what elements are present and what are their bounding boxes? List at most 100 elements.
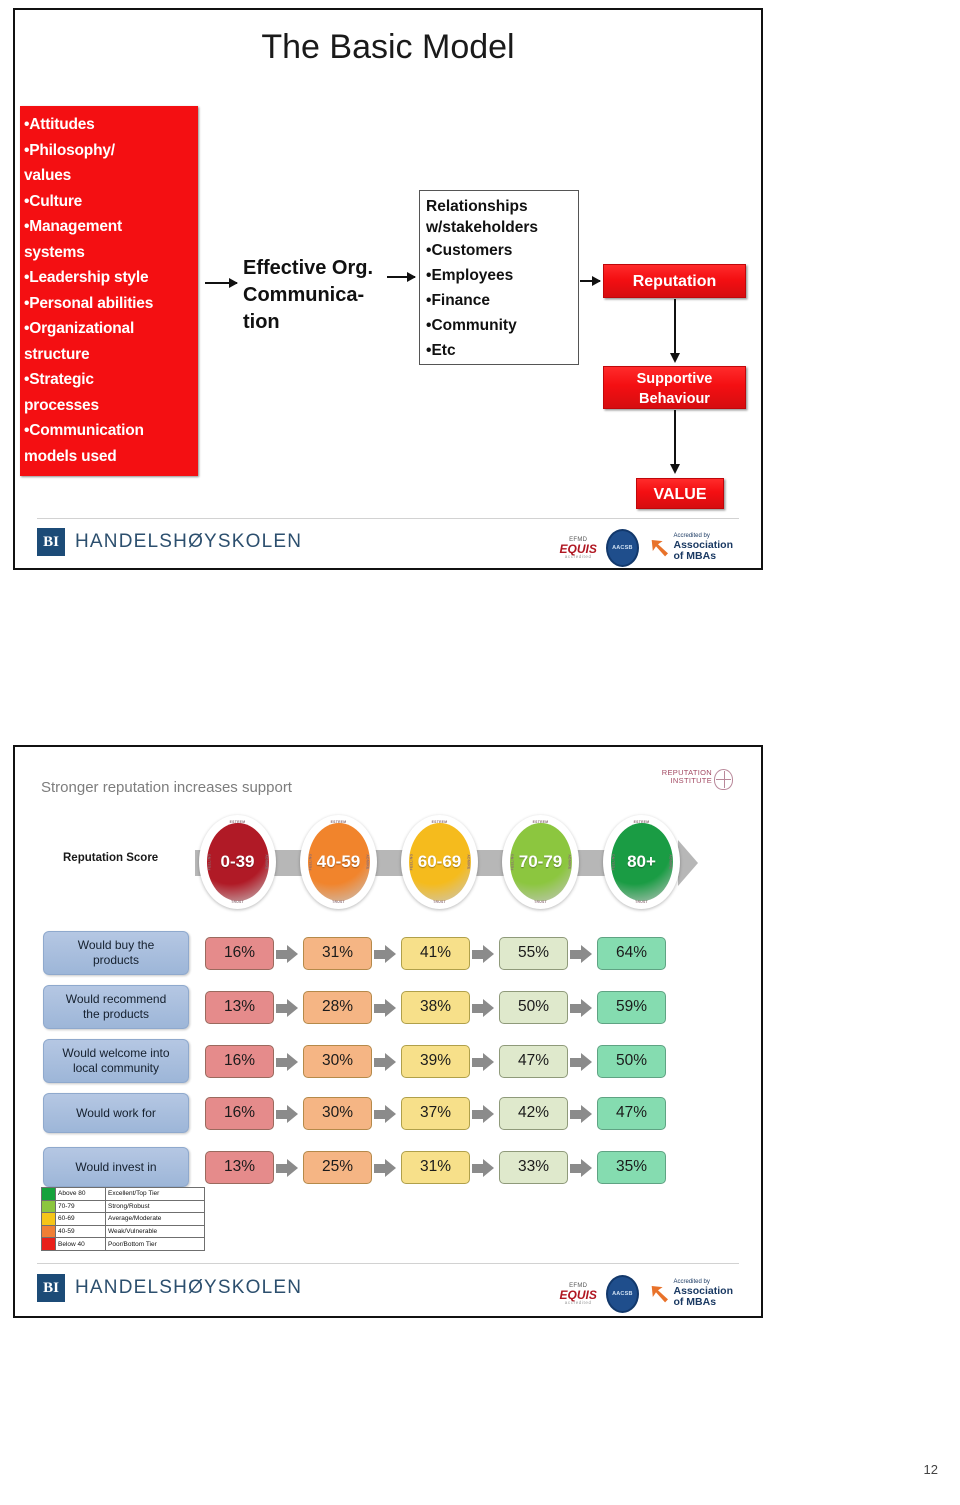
arrow-communication-to-relationships — [387, 272, 416, 282]
slide-reputation-support: Stronger reputation increases support RE… — [13, 745, 763, 1318]
score-oval: ESTEEM TRUST FEELING ADMIRE 40-59 — [300, 815, 377, 909]
amba-logo: ➚ Accredited by Association of MBAs — [647, 1278, 733, 1309]
legend-range: Below 40 — [56, 1238, 106, 1250]
arrow-supportive-to-value — [670, 410, 680, 474]
stakeholder-item: Etc — [426, 338, 574, 363]
effective-line-2: Communica- — [243, 284, 365, 306]
row-label: Would recommend the products — [43, 985, 189, 1029]
progression-arrow-icon — [276, 944, 298, 963]
row-label-text: Would welcome into local community — [62, 1046, 170, 1075]
page-number: 12 — [923, 1462, 938, 1477]
value-cell: 13% — [205, 990, 274, 1024]
progression-arrow-icon — [472, 1104, 494, 1123]
value-cell: 33% — [499, 1150, 568, 1184]
amba-text: Accredited by Association of MBAs — [673, 1279, 733, 1308]
oval-caption-left: FEELING — [409, 853, 414, 871]
amba-check-icon: ➚ — [647, 1278, 671, 1309]
oval-caption-left: FEELING — [611, 853, 616, 871]
driver-item-cont: systems — [24, 243, 85, 261]
bi-logo: BI HANDELSHØYSKOLEN — [37, 1274, 302, 1302]
relationships-box: Relationships w/stakeholders Customers E… — [419, 190, 579, 365]
value-cell: 55% — [499, 936, 568, 970]
score-oval: ESTEEM TRUST FEELING ADMIRE 60-69 — [401, 815, 478, 909]
value-cell: 39% — [401, 1044, 470, 1078]
value-cell: 16% — [205, 1096, 274, 1130]
row-label: Would invest in — [43, 1147, 189, 1187]
legend-description: Weak/Vulnerable — [108, 1228, 158, 1236]
arrow-relationships-to-reputation — [580, 276, 601, 286]
progression-arrow-icon — [374, 1104, 396, 1123]
progression-arrow-icon — [472, 998, 494, 1017]
score-range-label: 60-69 — [408, 823, 471, 901]
effective-line-1: Effective Org. — [243, 257, 374, 279]
reputation-box: Reputation — [603, 264, 746, 298]
supportive-line-1: Supportive — [636, 371, 713, 387]
reputation-institute-text: REPUTATION INSTITUTE — [662, 769, 712, 785]
ri-line-2: INSTITUTE — [670, 775, 712, 785]
oval-caption-right: ADMIRE — [264, 854, 269, 870]
oval-caption-bottom: TRUST — [534, 900, 547, 904]
progression-arrow-icon — [276, 1158, 298, 1177]
progression-arrow-icon — [570, 1104, 592, 1123]
oval-caption-bottom: TRUST — [231, 900, 244, 904]
driver-item: Attitudes — [24, 112, 193, 138]
legend-row: 40-59 Weak/Vulnerable — [42, 1225, 204, 1239]
bi-logo-wordmark: HANDELSHØYSKOLEN — [75, 1277, 303, 1298]
page-title: The Basic Model — [261, 28, 515, 66]
legend-swatch — [42, 1238, 56, 1250]
progression-arrow-icon — [276, 998, 298, 1017]
oval-caption-bottom: TRUST — [635, 900, 648, 904]
value-cell: 16% — [205, 1044, 274, 1078]
legend-range: Above 80 — [56, 1188, 106, 1200]
score-oval: ESTEEM TRUST FEELING ADMIRE 80+ — [603, 815, 680, 909]
aacsb-label: AACSB — [612, 1291, 633, 1297]
value-cell: 38% — [401, 990, 470, 1024]
oval-caption-left: FEELING — [308, 853, 313, 871]
amba-logo: ➚ Accredited by Association of MBAs — [648, 532, 733, 563]
legend-swatch — [42, 1200, 56, 1213]
row-label: Would welcome into local community — [43, 1039, 189, 1083]
bi-logo-mark: BI — [37, 1274, 65, 1302]
driver-item-cont: values — [24, 167, 72, 184]
value-cell: 59% — [597, 990, 666, 1024]
progression-arrow-icon — [374, 1158, 396, 1177]
equis-sub-label: accredited — [564, 1299, 592, 1305]
progression-arrow-icon — [570, 1158, 592, 1177]
oval-caption-left: FEELING — [510, 853, 515, 871]
driver-item-cont: models used — [24, 447, 117, 465]
oval-caption-right: ADMIRE — [466, 854, 471, 870]
value-cell: 13% — [205, 1150, 274, 1184]
value-cell: 30% — [303, 1096, 372, 1130]
arrow-panel-to-communication — [205, 278, 238, 288]
supportive-line-2: Behaviour — [639, 391, 710, 407]
oval-caption-right: ADMIRE — [668, 854, 673, 870]
value-cell: 41% — [401, 936, 470, 970]
oval-caption-right: ADMIRE — [567, 854, 572, 870]
amba-line-3: of MBAs — [673, 550, 717, 563]
driver-item: Strategic — [24, 367, 193, 393]
row-label-text: Would invest in — [75, 1159, 157, 1174]
legend-row: 60-69 Average/Moderate — [42, 1213, 204, 1226]
amba-line-3: of MBAs — [673, 1296, 717, 1309]
driver-item: Culture — [24, 189, 193, 215]
value-cell: 16% — [205, 936, 274, 970]
score-range-label: 80+ — [610, 823, 673, 901]
driver-item-cont: processes — [24, 396, 99, 414]
legend-swatch — [42, 1188, 56, 1200]
oval-caption-bottom: TRUST — [332, 900, 345, 904]
equis-logo: EFMD EQUIS accredited — [560, 537, 597, 560]
legend-range: 60-69 — [56, 1213, 106, 1225]
row-label: Would work for — [43, 1093, 189, 1133]
color-legend: Above 80 Excellent/Top Tier 70-79 Strong/Ro… — [41, 1187, 205, 1251]
progression-arrow-icon — [276, 1052, 298, 1071]
legend-description: Excellent/Top Tier — [108, 1190, 160, 1198]
row-label-text: Would recommend the products — [65, 992, 167, 1021]
legend-row: 70-79 Strong/Robust — [42, 1200, 204, 1214]
bi-logo-wordmark: HANDELSHØYSKOLEN — [75, 531, 303, 552]
value-cell: 50% — [597, 1044, 666, 1078]
equis-sub-label: accredited — [564, 553, 592, 559]
legend-range: 70-79 — [56, 1200, 106, 1213]
oval-caption-right: ADMIRE — [365, 854, 370, 870]
footer-divider — [37, 518, 739, 519]
progression-arrow-icon — [472, 944, 494, 963]
